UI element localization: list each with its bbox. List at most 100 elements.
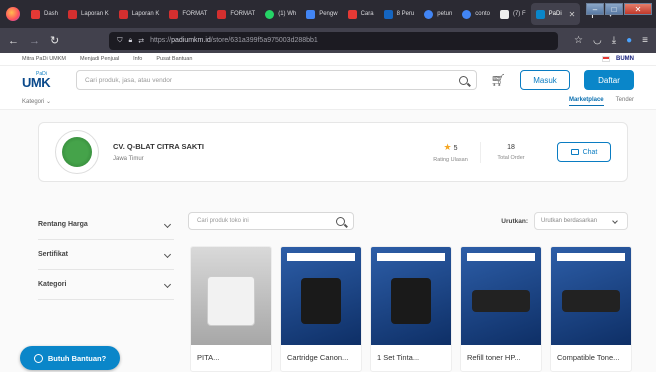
product-image [551, 247, 631, 345]
permissions-icon: ⇄ [138, 37, 145, 45]
store-logo-image [62, 137, 92, 167]
sort-control: Urutkan: Urutkan berdasarkan [501, 212, 628, 230]
filter-certificate[interactable]: Sertifikat [38, 240, 174, 270]
window-controls: – □ ✕ [586, 3, 652, 15]
chevron-down-icon [163, 280, 172, 289]
browser-tab[interactable]: conto [457, 3, 495, 25]
product-card[interactable]: Cartridge Canon... [280, 246, 362, 372]
tab-favicon-icon [118, 9, 128, 19]
search-icon[interactable] [458, 75, 468, 85]
padi-umkm-logo[interactable]: PaDi UMK [22, 71, 62, 89]
product-card[interactable]: Refill toner HP... [460, 246, 542, 372]
browser-nav-bar: ← → ↻ ⛉ 🔒︎ ⇄ https://padiumkm.id/store/6… [0, 28, 656, 53]
tab-favicon-icon [31, 9, 40, 19]
sort-select[interactable]: Urutkan berdasarkan [534, 212, 628, 230]
tab-favicon-icon [535, 9, 545, 19]
store-name: CV. Q-BLAT CITRA SAKTI [113, 142, 204, 151]
product-image [371, 247, 451, 345]
product-name: PITA... [197, 353, 220, 362]
menu-icon[interactable]: ≡ [642, 35, 648, 46]
browser-tab[interactable]: Laporan K [114, 3, 165, 25]
product-name: Compatible Tone... [557, 353, 620, 362]
store-info-card: CV. Q-BLAT CITRA SAKTI Jawa Timur ★ 5 Ra… [38, 122, 628, 182]
search-icon[interactable] [336, 216, 345, 226]
product-name: Refill toner HP... [467, 353, 521, 362]
store-avatar [55, 130, 99, 174]
star-icon: ★ [443, 141, 452, 152]
chat-button[interactable]: Chat [557, 142, 611, 162]
indonesia-flag-icon[interactable] [602, 56, 610, 62]
browser-tab[interactable]: Dash [26, 3, 63, 25]
back-arrow-icon[interactable]: ← [8, 35, 19, 47]
store-location: Jawa Timur [113, 156, 144, 162]
product-card[interactable]: 1 Set Tinta... [370, 246, 452, 372]
bookmark-star-icon[interactable]: ☆ [574, 35, 583, 46]
login-button[interactable]: Masuk [520, 70, 570, 90]
product-image [191, 247, 271, 345]
youtube-icon [347, 9, 357, 19]
browser-tab[interactable]: (1) Wh [260, 3, 301, 25]
tab-favicon-icon [306, 9, 316, 19]
tab-favicon-icon [169, 9, 179, 19]
filter-category[interactable]: Kategori [38, 270, 174, 300]
browser-tab[interactable]: FORMAT [212, 3, 260, 25]
maximize-button[interactable]: □ [605, 3, 623, 15]
product-image [461, 247, 541, 345]
browser-tab[interactable]: Laporan K [63, 3, 114, 25]
browser-tab[interactable]: Pengw [301, 3, 342, 25]
browser-tab[interactable]: 8 Peru [379, 3, 420, 25]
chevron-down-icon [163, 220, 172, 229]
help-chat-button[interactable]: Butuh Bantuan? [20, 346, 120, 370]
product-name: Cartridge Canon... [287, 353, 349, 362]
store-search-input[interactable]: Cari produk toko ini [188, 212, 354, 230]
store-page-content: CV. Q-BLAT CITRA SAKTI Jawa Timur ★ 5 Ra… [0, 110, 656, 372]
browser-tab[interactable]: Cara [343, 3, 379, 25]
link-pusat-bantuan[interactable]: Pusat Bantuan [156, 56, 192, 62]
filter-sidebar: Rentang Harga Sertifikat Kategori [38, 210, 174, 300]
chevron-down-icon: ⌄ [46, 99, 52, 105]
reload-icon[interactable]: ↻ [50, 34, 59, 47]
link-menjadi-penjual[interactable]: Menjadi Penjual [80, 56, 119, 62]
google-icon [462, 9, 472, 19]
category-dropdown[interactable]: Kategori ⌄ [22, 98, 51, 105]
browser-tab[interactable]: (7) F [495, 3, 531, 25]
firefox-logo-icon [6, 7, 20, 21]
tab-tender[interactable]: Tender [616, 97, 634, 106]
browser-tab-active[interactable]: PaDi ✕ [530, 3, 581, 25]
download-icon[interactable]: ⤓ [612, 35, 616, 46]
tab-favicon-icon [499, 9, 509, 19]
extension-icon[interactable]: ● [626, 35, 632, 46]
tab-favicon-icon [217, 9, 227, 19]
site-header: PaDi UMK Cari produk, jasa, atau vendor … [0, 66, 656, 94]
browser-tab-bar: Dash Laporan K Laporan K FORMAT FORMAT (… [0, 0, 656, 28]
product-card[interactable]: PITA... [190, 246, 272, 372]
chat-bubble-icon [33, 353, 43, 363]
sub-navigation: Kategori ⌄ Marketplace Tender [0, 94, 656, 110]
link-mitra[interactable]: Mitra PaDi UMKM [22, 56, 66, 62]
chevron-down-icon [163, 250, 172, 259]
product-card[interactable]: Compatible Tone... [550, 246, 632, 372]
link-info[interactable]: Info [133, 56, 142, 62]
browser-tab[interactable]: FORMAT [164, 3, 212, 25]
whatsapp-icon [265, 9, 275, 19]
close-window-button[interactable]: ✕ [624, 3, 652, 15]
address-bar[interactable]: ⛉ 🔒︎ ⇄ https://padiumkm.id/store/631a399… [109, 31, 558, 50]
register-button[interactable]: Daftar [584, 70, 634, 90]
pocket-icon[interactable]: ◡ [593, 35, 602, 46]
minimize-button[interactable]: – [586, 3, 604, 15]
product-image [281, 247, 361, 345]
forward-arrow-icon[interactable]: → [29, 35, 40, 47]
product-grid: PITA... Cartridge Canon... 1 Set Tinta..… [190, 246, 632, 372]
tab-marketplace[interactable]: Marketplace [568, 97, 604, 106]
browser-tab[interactable]: petun [419, 3, 457, 25]
rating-stat: ★ 5 Rating Ulasan [421, 141, 481, 163]
google-icon [424, 9, 434, 19]
top-link-strip: Mitra PaDi UMKM Menjadi Penjual Info Pus… [0, 53, 656, 66]
filter-price-range[interactable]: Rentang Harga [38, 210, 174, 240]
main-search-input[interactable]: Cari produk, jasa, atau vendor [76, 70, 477, 90]
tab-close-icon[interactable]: ✕ [569, 10, 576, 19]
chat-icon [570, 149, 579, 155]
cart-icon[interactable]: 🛒︎ [491, 73, 506, 87]
lock-icon: 🔒︎ [128, 36, 133, 44]
shield-icon: ⛉ [117, 36, 123, 44]
